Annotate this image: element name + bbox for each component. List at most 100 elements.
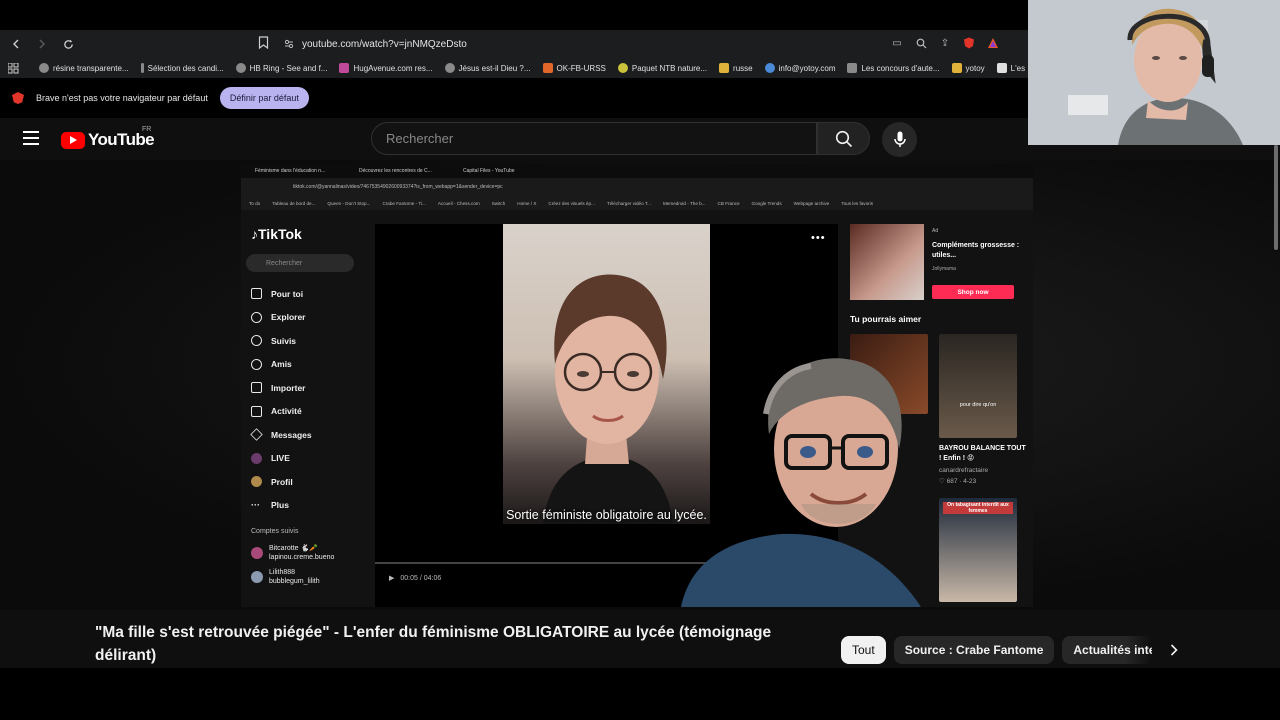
bookmark-item[interactable]: Les concours d'aute... [847,63,940,73]
tiktok-nav-item: Profil [251,470,312,494]
presenter-image [681,358,921,607]
tiktok-nav-item: ··· Plus [251,494,312,518]
image-icon [847,63,858,73]
notice-text: Brave n'est pas votre navigateur par déf… [36,93,208,103]
presenter-overlay [671,354,931,607]
video-title: "Ma fille s'est retrouvée piégée" - L'en… [95,624,772,664]
bookmark-item[interactable]: HugAvenue.com res... [339,63,433,73]
bookmark-item[interactable]: Sélection des candi... [140,63,224,73]
nav-label: Importer [271,382,306,393]
leaf-icon [617,63,628,73]
forward-arrow-icon [39,39,45,49]
page-scrollbar[interactable] [1272,145,1280,250]
inner-bookmark: Accueil - Chess.com [437,200,480,206]
account-handle: lapinou.creme.bueno [269,554,335,561]
more-options-icon: ••• [811,232,826,244]
chevron-right-icon[interactable] [1160,636,1188,664]
tiktok-nav-item: Explorer [251,306,312,330]
bookmark-label: résine transparente... [53,63,129,73]
inner-bookmark: Crabe Fantome - Ti... [382,200,426,206]
bookmark-page-button[interactable] [258,36,274,52]
messages-icon [250,428,263,441]
video-info-bar: "Ma fille s'est retrouvée piégée" - L'en… [0,610,1280,668]
inner-tab-strip: Féminisme dans l'éducation n... Découvre… [241,164,1033,178]
scrollbar-thumb[interactable] [1274,145,1278,250]
inner-bookmark: Google Trends [751,200,782,206]
play-icon: ▶ [389,575,395,582]
chip-all[interactable]: Tout [841,636,886,664]
brave-rewards-icon[interactable] [986,36,1000,50]
shop-now-button: Shop now [932,285,1014,299]
inner-bookmark: To do [249,200,261,206]
profile-avatar-icon [251,476,262,488]
bookmark-item[interactable]: résine transparente... [39,63,129,73]
inner-bookmark: Home / X [517,200,537,206]
tiktok-search-input: Rechercher [246,254,354,272]
search-button[interactable] [817,122,870,155]
bookmark-icon [258,36,269,50]
inner-url: tiktok.com/@yannalinas/video/74675354902… [293,184,503,190]
related-chips: Tout Source : Crabe Fantome Actualités i… [841,636,1188,664]
bookmark-item[interactable]: L'es [996,63,1025,73]
chip-source[interactable]: Source : Crabe Fantome [893,636,1055,664]
mail-icon [764,63,775,73]
cast-icon[interactable]: ▭ [890,36,904,50]
following-icon [251,335,262,347]
search-placeholder: Rechercher [386,131,454,146]
bookmark-item[interactable]: Paquet NTB nature... [617,63,708,73]
bookmark-label: Sélection des candi... [147,63,224,73]
bookmark-label: russe [733,63,753,73]
menu-icon[interactable] [23,131,39,145]
bookmark-label: info@yotoy.com [778,63,836,73]
account-avatar [251,571,263,583]
youtube-play-icon [61,131,85,149]
voice-search-button[interactable] [882,122,917,157]
tiktok-time-text: 00:05 / 04:06 [400,574,442,582]
share-icon[interactable]: ⇪ [938,36,952,50]
address-bar: youtube.com/watch?v=jnNMQzeDsto ▭ ⇪ [0,30,1030,58]
chip-news[interactable]: Actualités inte [1062,636,1153,664]
friends-icon [251,358,262,370]
account-name: Bitcarotte 🐇🥕 [269,545,318,552]
bookmark-item[interactable]: info@yotoy.com [764,63,836,73]
inner-bookmark: Switch [491,200,506,206]
suggestions-title: Tu pourrais aimer [850,314,922,324]
forward-button[interactable] [32,34,52,54]
zoom-icon[interactable] [914,36,928,50]
more-dots-icon: ··· [251,500,260,511]
folder-icon [951,63,962,73]
suggested-stats: ♡ 687 · 4-23 [939,478,977,485]
back-button[interactable] [6,34,26,54]
set-default-button[interactable]: Définir par défaut [219,87,309,109]
brave-shields-icon[interactable] [962,36,976,50]
globe-icon [235,63,246,73]
nav-label: Explorer [271,312,306,323]
apps-button[interactable] [8,62,19,74]
bookmark-item[interactable]: HB Ring - See and f... [235,63,327,73]
search-icon [835,130,852,147]
tiktok-search-placeholder: Rechercher [266,259,303,267]
tiktok-nav-item: Amis [251,353,312,377]
folder-icon [719,63,730,73]
bookmark-folder[interactable]: russe [719,63,753,73]
tiktok-time: ▶ 00:05 / 04:06 [389,574,442,583]
account-name: Lilith888 [269,569,296,576]
youtube-logo[interactable]: YouTube FR [61,126,155,150]
live-icon [251,452,262,464]
bookmark-item[interactable]: OK-FB-URSS [542,63,606,73]
globe-icon [444,63,455,73]
following-account: Bitcarotte 🐇🥕 lapinou.creme.bueno [251,544,334,562]
bookmark-item[interactable]: Jésus est-il Dieu ?... [444,63,531,73]
nav-label: Suivis [271,335,297,346]
inner-bookmark: Créez des visuels ép... [548,200,595,206]
inner-bookmark: Webpage archive [793,200,830,206]
orange-site-icon [542,63,553,73]
streamer-image [1028,0,1280,145]
url-field[interactable]: youtube.com/watch?v=jnNMQzeDsto [284,35,467,53]
reload-button[interactable] [58,34,78,54]
bookmark-folder[interactable]: yotoy [951,63,985,73]
ad-brand: Jollymama [932,266,956,272]
nav-label: LIVE [271,453,290,464]
search-input[interactable]: Rechercher [371,122,817,155]
bookmark-label: Paquet NTB nature... [631,63,708,73]
